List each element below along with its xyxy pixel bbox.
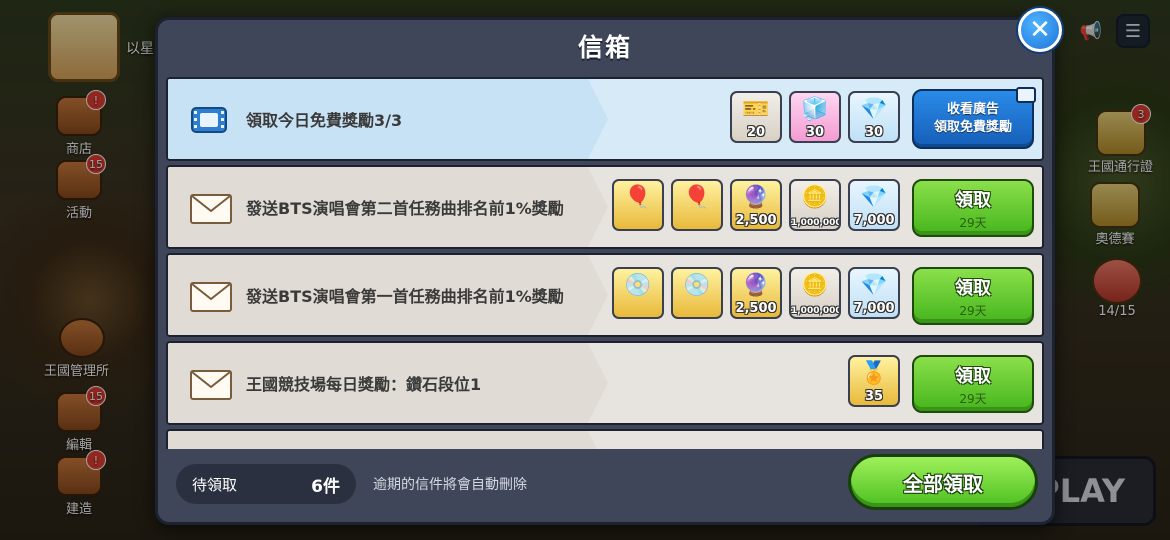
cookie-cutter-ticket-icon[interactable]: 🎫 20 <box>730 91 782 143</box>
coin-icon[interactable]: 🪙 1,000,000 <box>789 267 841 319</box>
profile-disc-icon[interactable]: 💿 <box>671 267 723 319</box>
watch-ad-button[interactable]: 收看廣告 領取免費獎勵 <box>912 87 1036 149</box>
days-remaining: 29天 <box>959 303 987 318</box>
tv-icon <box>1016 87 1036 103</box>
coin-icon[interactable]: 🪙 1,000,000 <box>789 179 841 231</box>
item-quantity: 30 <box>805 125 825 140</box>
mail-row: 發送BTS演唱會第二首任務曲排名前1%獎勵 🎈 🎈 🔮 2,500 🪙 1,00… <box>166 165 1044 249</box>
reward-items: 🎈 🎈 🔮 2,500 🪙 1,000,000 💎 7,000 <box>612 179 900 231</box>
item-quantity: 35 <box>864 389 884 404</box>
pending-count: 6件 <box>311 476 340 497</box>
mailbox-footer: 待領取 6件 逾期的信件將會自動刪除 全部領取 <box>158 446 1052 522</box>
arena-medal-icon[interactable]: 🏅 35 <box>848 355 900 407</box>
claim-all-button[interactable]: 全部領取 <box>848 454 1038 510</box>
reward-items: 🎫 20 🧊 30 💎 30 <box>730 91 900 143</box>
days-remaining: 29天 <box>959 391 987 406</box>
film-reel-icon <box>190 103 228 137</box>
crystal-icon[interactable]: 💎 30 <box>848 91 900 143</box>
mail-row: 發送BTS演唱會第一首任務曲排名前1%獎勵 💿 💿 🔮 2,500 🪙 1,00… <box>166 253 1044 337</box>
item-quantity: 2,500 <box>735 301 777 316</box>
pending-label: 待領取 <box>192 475 238 494</box>
magic-lamp-icon[interactable]: 🔮 2,500 <box>730 179 782 231</box>
mail-title: 領取今日免費獎勵3/3 <box>246 111 403 130</box>
item-quantity: 7,000 <box>853 213 895 228</box>
item-quantity: 1,000,000 <box>791 218 841 228</box>
item-quantity: 2,500 <box>735 213 777 228</box>
claim-label: 領取 <box>955 189 991 211</box>
mail-title: 發送BTS演唱會第一首任務曲排名前1%獎勵 <box>246 287 564 306</box>
days-remaining: 29天 <box>959 215 987 230</box>
claim-button[interactable]: 領取 29天 <box>912 355 1034 413</box>
modal-title: 信箱 <box>577 33 632 62</box>
item-quantity: 7,000 <box>853 301 895 316</box>
reward-items: 💿 💿 🔮 2,500 🪙 1,000,000 💎 7,000 <box>612 267 900 319</box>
rainbow-cube-icon[interactable]: 🧊 30 <box>789 91 841 143</box>
pending-counter: 待領取 6件 <box>176 464 356 504</box>
claim-free-reward-label: 領取免費獎勵 <box>933 120 1012 135</box>
expire-note: 逾期的信件將會自動刪除 <box>373 477 527 493</box>
profile-balloon-icon[interactable]: 🎈 <box>612 179 664 231</box>
mail-row: 王國競技場每日獎勵：鑽石段位1 🏅 35 領取 29天 <box>166 341 1044 425</box>
profile-balloon-icon[interactable]: 🎈 <box>671 179 723 231</box>
mailbox-modal: 信箱 領取今日免費獎勵3/3 🎫 20 🧊 30 💎 30 收看廣告 領取免費獎… <box>155 17 1055 525</box>
mail-list[interactable]: 領取今日免費獎勵3/3 🎫 20 🧊 30 💎 30 收看廣告 領取免費獎勵 發… <box>166 77 1044 449</box>
crystal-icon[interactable]: 💎 7,000 <box>848 267 900 319</box>
watch-ad-label: 收看廣告 <box>946 102 999 117</box>
magic-lamp-icon[interactable]: 🔮 2,500 <box>730 267 782 319</box>
envelope-icon <box>190 194 232 224</box>
mail-title: 發送BTS演唱會第二首任務曲排名前1%獎勵 <box>246 199 564 218</box>
mail-title: 王國競技場每日獎勵：鑽石段位1 <box>246 375 482 394</box>
claim-label: 領取 <box>955 365 991 387</box>
crystal-icon[interactable]: 💎 7,000 <box>848 179 900 231</box>
item-quantity: 1,000,000 <box>791 306 841 316</box>
claim-label: 領取 <box>955 277 991 299</box>
reward-items: 🏅 35 <box>848 355 900 407</box>
profile-disc-icon[interactable]: 💿 <box>612 267 664 319</box>
item-quantity: 30 <box>864 125 884 140</box>
envelope-icon <box>190 282 232 312</box>
envelope-icon <box>190 370 232 400</box>
item-quantity: 20 <box>746 125 766 140</box>
claim-button[interactable]: 領取 29天 <box>912 179 1034 237</box>
ad-reward-row: 領取今日免費獎勵3/3 🎫 20 🧊 30 💎 30 收看廣告 領取免費獎勵 <box>166 77 1044 161</box>
claim-button[interactable]: 領取 29天 <box>912 267 1034 325</box>
close-icon[interactable]: ✕ <box>1018 8 1062 52</box>
